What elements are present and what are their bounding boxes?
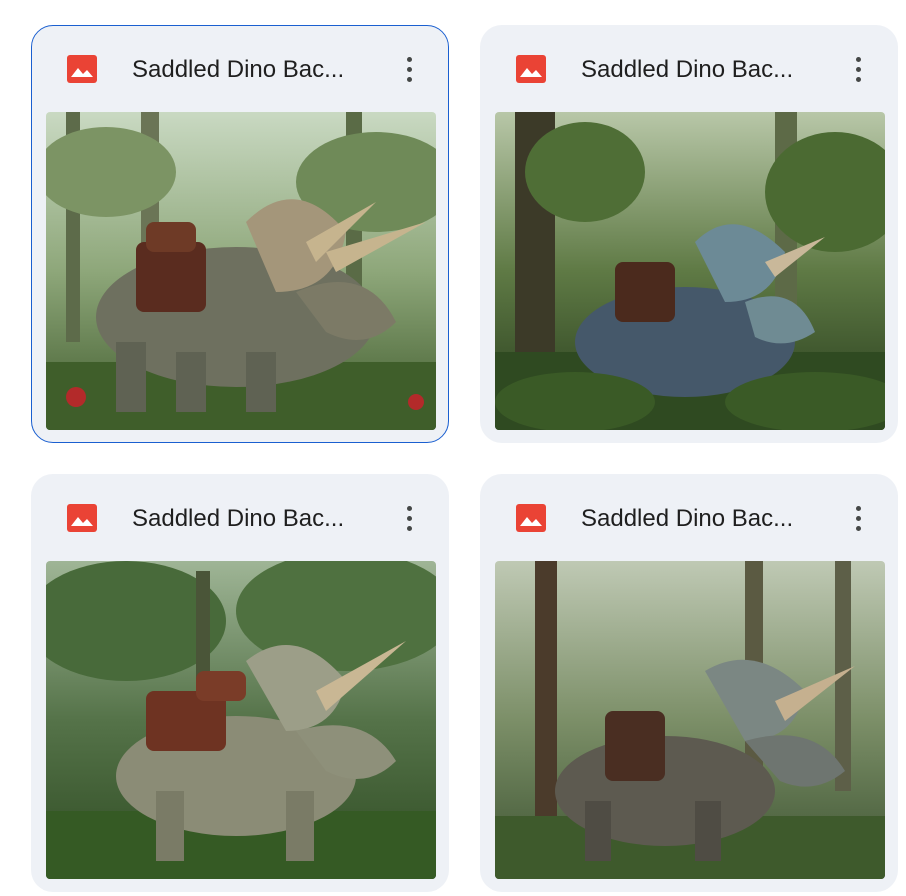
file-card-header: Saddled Dino Bac... [481,475,897,561]
image-icon [516,55,546,83]
file-card-1[interactable]: Saddled Dino Bac... [31,25,449,443]
file-card-4[interactable]: Saddled Dino Bac... [480,474,898,892]
dinosaur-image [46,112,436,430]
dinosaur-image [46,561,436,879]
file-name: Saddled Dino Bac... [132,505,345,532]
file-thumbnail[interactable] [495,561,885,879]
file-card-header: Saddled Dino Bac... [32,26,448,112]
dinosaur-image [495,112,885,430]
file-thumbnail[interactable] [46,112,436,430]
more-vert-icon [855,505,861,511]
image-icon [67,504,97,532]
file-name: Saddled Dino Bac... [581,505,794,532]
file-name: Saddled Dino Bac... [581,56,794,83]
file-thumbnail[interactable] [495,112,885,430]
file-grid: Saddled Dino Bac... Saddled Dino Bac... … [0,0,906,896]
image-icon [516,504,546,532]
more-vert-icon [406,505,412,511]
more-options-button[interactable] [841,50,875,88]
more-options-button[interactable] [392,499,426,537]
file-card-header: Saddled Dino Bac... [32,475,448,561]
file-card-3[interactable]: Saddled Dino Bac... [31,474,449,892]
more-options-button[interactable] [841,499,875,537]
file-card-header: Saddled Dino Bac... [481,26,897,112]
file-name: Saddled Dino Bac... [132,56,345,83]
more-vert-icon [855,56,861,62]
file-card-2[interactable]: Saddled Dino Bac... [480,25,898,443]
dinosaur-image [495,561,885,879]
file-thumbnail[interactable] [46,561,436,879]
image-icon [67,55,97,83]
more-options-button[interactable] [392,50,426,88]
more-vert-icon [406,56,412,62]
